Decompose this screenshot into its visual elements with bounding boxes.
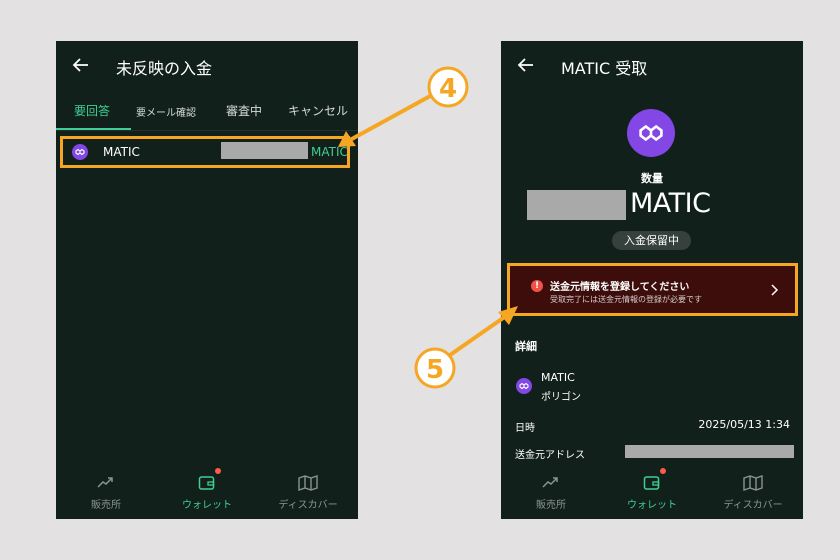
- annotation-arrow-4: [349, 93, 433, 142]
- annotation-arrow-5: [448, 314, 508, 357]
- annotation-overlay: 4 5: [338, 66, 518, 389]
- step-5-number: 5: [426, 355, 444, 385]
- annotation-arrowhead-5: [498, 306, 518, 325]
- step-4-number: 4: [439, 74, 457, 104]
